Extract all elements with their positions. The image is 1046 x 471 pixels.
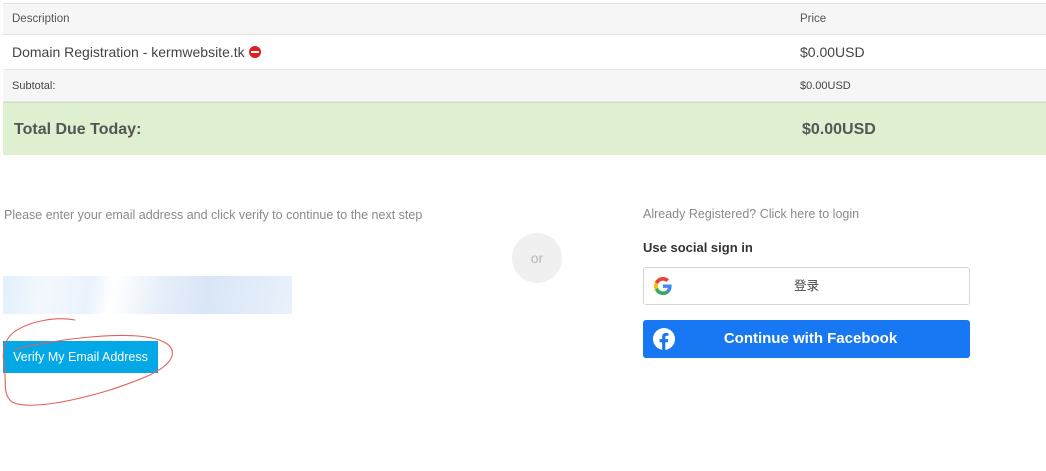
subtotal-row: Subtotal: $0.00USD [3, 70, 1046, 102]
cart-header-row: Description Price [3, 3, 1046, 35]
cart-item-price: $0.00USD [800, 44, 865, 60]
column-header-description: Description [12, 13, 70, 25]
email-field[interactable] [3, 276, 292, 314]
google-button-label: 登录 [793, 278, 819, 293]
cart-item-row: Domain Registration - kermwebsite.tk $0.… [3, 35, 1046, 70]
facebook-button-label: Continue with Facebook [723, 330, 898, 347]
or-divider: or [512, 233, 562, 283]
social-sign-in-label: Use social sign in [643, 240, 753, 255]
cart-item-description: Domain Registration - kermwebsite.tk [12, 44, 245, 60]
google-sign-in-button[interactable]: 登录 [643, 267, 970, 305]
cart-item-cell: Domain Registration - kermwebsite.tk [12, 35, 261, 70]
subtotal-value: $0.00USD [800, 80, 851, 92]
remove-item-icon[interactable] [248, 46, 261, 58]
total-due-value: $0.00USD [802, 121, 876, 138]
facebook-sign-in-button[interactable]: Continue with Facebook [643, 320, 970, 358]
email-verify-instructions: Please enter your email address and clic… [4, 208, 423, 222]
subtotal-label: Subtotal: [12, 80, 56, 92]
total-due-label: Total Due Today: [14, 121, 142, 138]
column-header-price: Price [800, 13, 827, 25]
hand-drawn-circle-annotation [2, 318, 173, 406]
total-due-row: Total Due Today: $0.00USD [3, 102, 1046, 155]
login-link[interactable]: Already Registered? Click here to login [643, 207, 859, 221]
